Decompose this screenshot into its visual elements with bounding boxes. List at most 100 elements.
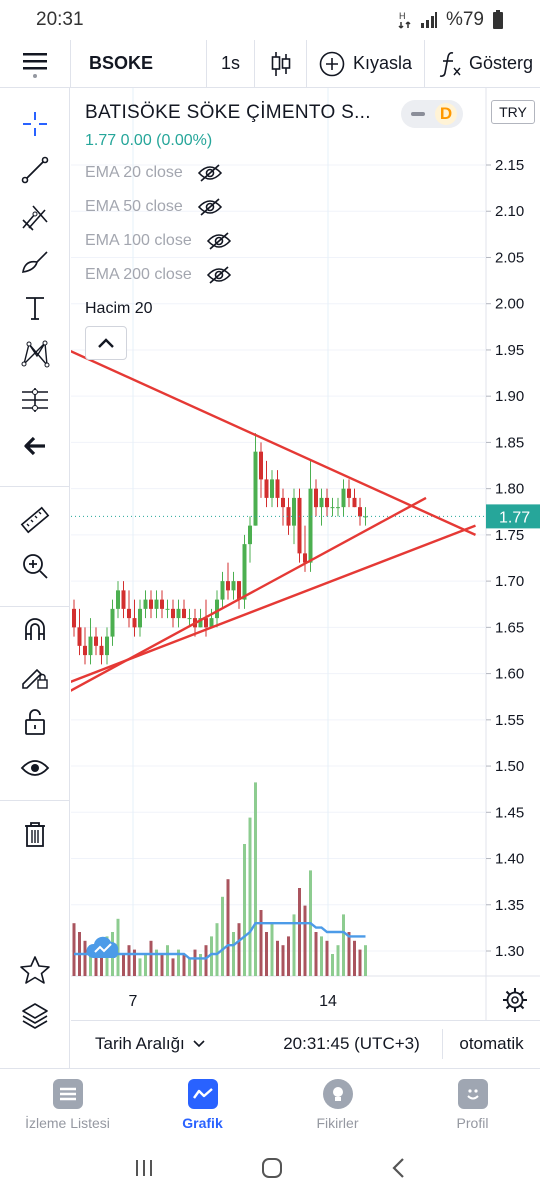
zoom-in-icon [23, 554, 48, 579]
chart-type-button[interactable] [255, 39, 307, 88]
candle-body [182, 608, 186, 619]
menu-button[interactable] [0, 39, 71, 88]
candle-body [220, 581, 225, 600]
nav-label: Fikirler [316, 1114, 359, 1131]
favorites-tool[interactable] [0, 948, 70, 992]
volume-bar [347, 932, 351, 976]
candle-body [215, 599, 219, 619]
lock-tool[interactable] [0, 700, 70, 744]
signal-icon [420, 12, 437, 28]
chart-pane[interactable]: 2.15 2.10 2.05 2.00 1.95 1.90 1.85 1.80 1.75 1.70… [71, 88, 540, 1020]
status-time: 20:31 [36, 9, 84, 30]
back-icon [392, 1157, 405, 1178]
candle-body [143, 599, 148, 609]
indicator-ema50[interactable]: EMA 50 close [85, 190, 485, 224]
ruler-icon [20, 506, 50, 534]
scale-mode-label: otomatik [459, 1033, 524, 1053]
indicator-label: EMA 50 close [85, 198, 183, 215]
candle-body [259, 451, 263, 480]
home-button[interactable] [260, 1156, 284, 1185]
trendline-tool[interactable] [0, 148, 70, 192]
price-tick-label: 1.95 [495, 342, 524, 359]
indicator-ema100[interactable]: EMA 100 close [85, 224, 485, 258]
ruler-tool[interactable] [0, 498, 70, 542]
nav-label: Grafik [182, 1114, 223, 1131]
magnet-tool[interactable] [0, 608, 70, 652]
indicator-volume[interactable]: Hacim 20 [85, 292, 485, 326]
volume-bar [259, 910, 263, 976]
pencil-lock-icon [22, 668, 48, 689]
candle-body [72, 608, 76, 628]
candle-body [127, 608, 131, 619]
candle-body [94, 636, 98, 646]
eye-hidden-icon[interactable] [206, 231, 232, 251]
volume-bar [320, 936, 323, 976]
collapse-legend-button[interactable] [85, 326, 127, 360]
data-status-badge[interactable]: D [401, 100, 463, 128]
volume-bar [166, 945, 169, 976]
magnet-icon [25, 618, 45, 640]
candle-body [237, 581, 241, 600]
indicator-ema200[interactable]: EMA 200 close [85, 258, 485, 292]
price-tick-label: 1.55 [495, 712, 524, 729]
recents-button[interactable] [133, 1157, 155, 1184]
candle-body [187, 618, 192, 620]
nav-ideas[interactable]: Fikirler [270, 1069, 405, 1140]
volume-bar [243, 844, 246, 976]
interval-button[interactable]: 1s [207, 39, 255, 88]
recents-icon [135, 1159, 152, 1176]
scale-mode-button[interactable]: otomatik [443, 1034, 540, 1054]
timezone-button[interactable]: 20:31:45 (UTC+3) [261, 1028, 443, 1059]
indicators-button[interactable]: Gösterg [425, 40, 540, 88]
volume-bar [193, 949, 197, 976]
candle-body [116, 590, 120, 609]
eye-hidden-icon[interactable] [206, 265, 232, 285]
candle-body [226, 581, 230, 591]
volume-bar [226, 879, 230, 976]
chart-settings-button[interactable] [501, 986, 529, 1014]
eye-hidden-icon[interactable] [197, 163, 223, 183]
nav-label: İzleme Listesi [25, 1114, 110, 1131]
nav-chart[interactable]: Grafik [135, 1069, 270, 1140]
nav-watchlist[interactable]: İzleme Listesi [0, 1069, 135, 1140]
trendline-icon [21, 156, 49, 184]
volume-bar [342, 914, 345, 976]
candle-body [319, 497, 324, 508]
indicator-ema20[interactable]: EMA 20 close [85, 156, 485, 190]
volume-bar [298, 888, 301, 976]
brush-tool[interactable] [0, 240, 70, 284]
visibility-tool[interactable] [0, 746, 70, 790]
volume-bar [138, 958, 142, 976]
fib-tool[interactable] [0, 194, 70, 238]
measure-tool[interactable] [0, 378, 70, 422]
price-tick-label: 2.10 [495, 203, 524, 220]
volume-bar [215, 923, 219, 976]
object-tree-tool[interactable] [0, 994, 70, 1038]
compare-button[interactable]: Kıyasla [307, 39, 425, 88]
symbol-search-button[interactable]: BSOKE [71, 39, 207, 88]
arrow-left-icon [24, 436, 45, 456]
delete-drawings-tool[interactable] [0, 812, 70, 856]
nav-profile[interactable]: Profil [405, 1069, 540, 1140]
candle-body [88, 636, 93, 656]
text-tool[interactable] [0, 286, 70, 330]
collapse-tools-button[interactable] [0, 424, 70, 468]
crosshair-tool[interactable] [0, 102, 70, 146]
candle-body [231, 581, 236, 591]
price-tick-label: 1.35 [495, 897, 524, 914]
back-button[interactable] [389, 1156, 407, 1185]
currency-label: TRY [499, 104, 527, 120]
crosshair-icon [23, 112, 47, 136]
currency-button[interactable]: TRY [491, 100, 535, 124]
eye-hidden-icon[interactable] [197, 197, 223, 217]
pattern-tool[interactable] [0, 332, 70, 376]
hamburger-icon [23, 52, 47, 78]
layers-icon [22, 1003, 48, 1029]
candle-body [138, 608, 142, 628]
drawing-toolbar [0, 88, 70, 1068]
candle-body [253, 451, 258, 526]
zoom-tool[interactable] [0, 544, 70, 588]
volume-bar [144, 954, 147, 976]
date-range-button[interactable]: Tarih Aralığı [71, 1034, 261, 1054]
lock-drawings-tool[interactable] [0, 654, 70, 698]
